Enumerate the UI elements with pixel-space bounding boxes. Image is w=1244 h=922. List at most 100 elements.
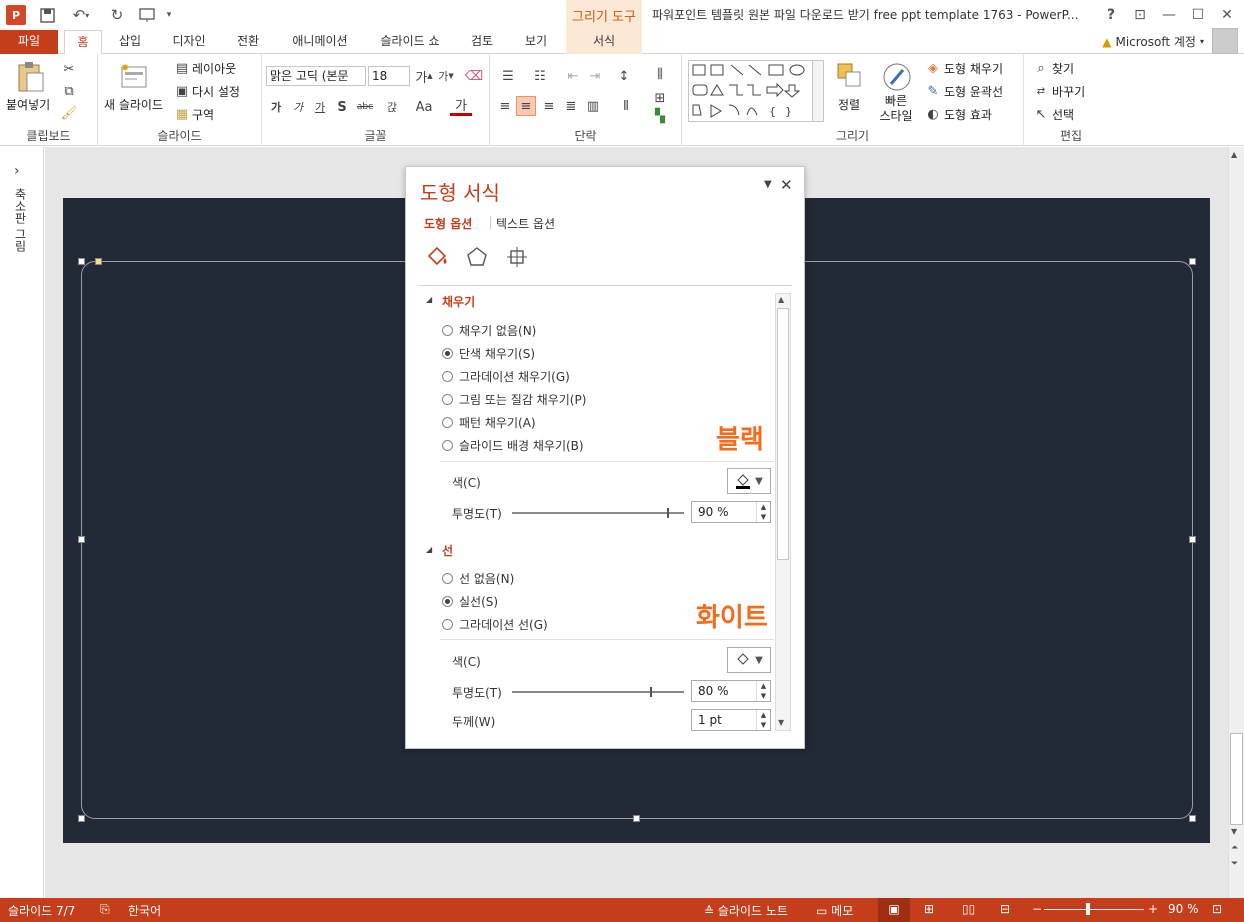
tab-slideshow[interactable]: 슬라이드 쇼 <box>372 30 448 54</box>
avatar[interactable] <box>1212 28 1238 54</box>
italic-icon[interactable]: 가 <box>290 98 306 116</box>
smartart-icon[interactable]: ▚ <box>648 108 672 124</box>
resize-handle[interactable] <box>633 815 640 822</box>
vertical-scrollbar[interactable]: ▲ ▼ ⏶ ⏷ <box>1228 147 1244 898</box>
zoom-level[interactable]: 90 % <box>1168 902 1199 916</box>
tab-format[interactable]: 서식 <box>566 30 642 54</box>
language[interactable]: 한국어 <box>128 902 161 919</box>
align-right-icon[interactable]: ≡ <box>540 96 558 116</box>
line-transparency-thumb[interactable] <box>649 687 652 697</box>
strikethrough-icon[interactable]: abc <box>354 98 376 116</box>
fill-section-header[interactable]: 채우기 <box>442 293 475 310</box>
account-button[interactable]: ▲ Microsoft 계정 ▾ <box>1102 33 1204 50</box>
shape-gallery-scroll[interactable] <box>812 60 824 122</box>
shrink-font-icon[interactable]: 가 ▼ <box>436 66 456 86</box>
scroll-up-icon[interactable]: ▲ <box>778 295 784 304</box>
scroll-down-icon[interactable]: ▼ <box>778 718 784 727</box>
line-option-none[interactable]: 선 없음(N) <box>442 570 514 587</box>
fill-option-slide-background[interactable]: 슬라이드 배경 채우기(B) <box>442 437 584 454</box>
line-transparency-spinner[interactable]: 80 % ▲ ▼ <box>691 680 771 702</box>
tab-transitions[interactable]: 전환 <box>228 30 268 54</box>
line-option-gradient[interactable]: 그라데이션 선(G) <box>442 616 548 633</box>
slideshow-icon[interactable]: ⊟ <box>1000 902 1010 916</box>
fill-transparency-thumb[interactable] <box>666 508 669 518</box>
pane-scrollbar-thumb[interactable] <box>777 308 789 560</box>
tab-home[interactable]: 홈 <box>64 30 102 55</box>
reading-view-icon[interactable]: ▯▯ <box>962 902 975 916</box>
arrange-button[interactable]: 정렬 <box>838 96 860 113</box>
decrease-indent-icon[interactable]: ⇤ <box>564 66 582 86</box>
pane-scrollbar[interactable]: ▲ ▼ <box>775 293 791 731</box>
line-width-spinner[interactable]: 1 pt ▲ ▼ <box>691 709 771 731</box>
help-icon[interactable]: ? <box>1098 2 1124 28</box>
effects-pentagon-icon[interactable] <box>464 245 490 269</box>
customize-toolbar-icon[interactable]: ▾ <box>162 4 176 26</box>
columns-icon[interactable]: ⫴ <box>614 96 638 116</box>
collapse-fill-icon[interactable]: ◢ <box>426 295 432 304</box>
save-icon[interactable] <box>36 4 58 26</box>
quick-styles-button[interactable]: 빠른 스타일 <box>878 94 914 124</box>
pane-options-icon[interactable]: ▼ <box>764 179 772 190</box>
spinner-arrows-icon[interactable]: ▲ ▼ <box>756 502 770 522</box>
section-button[interactable]: 구역 <box>192 106 214 123</box>
radio-button[interactable] <box>442 417 453 428</box>
close-button[interactable]: ✕ <box>1214 2 1240 28</box>
next-slide-icon[interactable]: ⏷ <box>1231 859 1238 869</box>
shape-fill-button[interactable]: 도형 채우기 <box>944 60 1003 77</box>
tab-view[interactable]: 보기 <box>514 30 558 54</box>
close-icon[interactable]: ✕ <box>780 176 793 194</box>
replace-button[interactable]: 바꾸기 <box>1052 83 1085 100</box>
collapse-line-icon[interactable]: ◢ <box>426 545 432 554</box>
radio-button[interactable] <box>442 619 453 630</box>
fill-transparency-spinner[interactable]: 90 % ▲ ▼ <box>691 501 771 523</box>
tab-design[interactable]: 디자인 <box>164 30 214 54</box>
char-spacing-icon[interactable]: 갅 <box>378 98 406 116</box>
zoom-slider[interactable] <box>1044 909 1144 910</box>
line-option-solid[interactable]: 실선(S) <box>442 593 498 610</box>
new-slide-icon[interactable]: ✸ <box>118 60 150 92</box>
text-direction-icon[interactable]: ⫼ <box>648 64 672 84</box>
scroll-up-icon[interactable]: ▲ <box>1231 150 1237 159</box>
zoom-in-button[interactable]: + <box>1148 902 1158 916</box>
tab-insert[interactable]: 삽입 <box>112 30 148 54</box>
fill-option-pattern[interactable]: 패턴 채우기(A) <box>442 414 536 431</box>
tab-file[interactable]: 파일 <box>0 30 58 54</box>
start-presentation-icon[interactable] <box>136 4 158 26</box>
tab-review[interactable]: 검토 <box>462 30 502 54</box>
adjust-handle[interactable] <box>95 258 102 265</box>
scrollbar-thumb[interactable] <box>1230 733 1243 825</box>
line-section-header[interactable]: 선 <box>442 542 453 559</box>
resize-handle[interactable] <box>1189 536 1196 543</box>
line-transparency-slider[interactable] <box>512 691 684 693</box>
fill-color-button[interactable]: ▼ <box>727 468 771 494</box>
previous-slide-icon[interactable]: ⏶ <box>1231 843 1238 853</box>
text-shadow-icon[interactable]: S <box>334 98 350 116</box>
change-case-icon[interactable]: Aa <box>410 98 438 116</box>
resize-handle[interactable] <box>78 815 85 822</box>
tab-shape-options[interactable]: 도형 옵션 <box>424 215 472 232</box>
font-size-combo[interactable]: 18 <box>368 66 410 86</box>
copy-icon[interactable]: ⧉ <box>60 82 78 100</box>
zoom-out-button[interactable]: − <box>1032 902 1042 916</box>
layout-button[interactable]: 레이아웃 <box>192 60 236 77</box>
spinner-arrows-icon[interactable]: ▲ ▼ <box>756 710 770 730</box>
radio-button[interactable] <box>442 573 453 584</box>
scroll-down-icon[interactable]: ▼ <box>1231 827 1237 836</box>
bullets-icon[interactable]: ☰ <box>496 66 520 86</box>
resize-handle[interactable] <box>1189 258 1196 265</box>
quick-styles-icon[interactable] <box>880 60 914 94</box>
paste-icon[interactable] <box>14 60 46 94</box>
find-button[interactable]: 찾기 <box>1052 60 1074 77</box>
paste-button[interactable]: 붙여넣기 <box>6 96 50 113</box>
align-left-icon[interactable]: ≡ <box>496 96 514 116</box>
thumbnail-pane-label[interactable]: 축소판 그림 <box>12 188 29 252</box>
ribbon-display-icon[interactable]: ⊡ <box>1127 2 1153 28</box>
resize-handle[interactable] <box>78 536 85 543</box>
resize-handle[interactable] <box>78 258 85 265</box>
notes-button[interactable]: ≙ 슬라이드 노트 <box>704 902 788 919</box>
fill-option-picture[interactable]: 그림 또는 질감 채우기(P) <box>442 391 586 408</box>
maximize-button[interactable]: ☐ <box>1185 2 1211 28</box>
fit-slide-icon[interactable]: ⊡ <box>1212 902 1222 916</box>
font-color-icon[interactable]: 가 <box>450 96 472 116</box>
tab-text-options[interactable]: 텍스트 옵션 <box>496 215 555 232</box>
